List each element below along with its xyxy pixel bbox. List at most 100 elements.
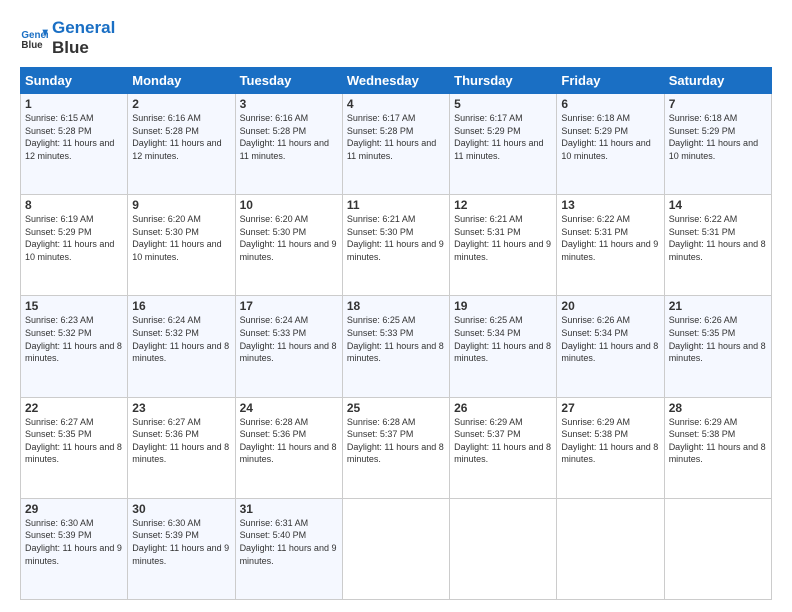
day-cell: 9 Sunrise: 6:20 AMSunset: 5:30 PMDayligh… <box>128 195 235 296</box>
day-cell: 14 Sunrise: 6:22 AMSunset: 5:31 PMDaylig… <box>664 195 771 296</box>
day-number: 21 <box>669 299 767 313</box>
calendar-table: SundayMondayTuesdayWednesdayThursdayFrid… <box>20 67 772 600</box>
cell-info: Sunrise: 6:27 AMSunset: 5:36 PMDaylight:… <box>132 417 229 465</box>
logo: General Blue General Blue <box>20 18 115 57</box>
day-number: 15 <box>25 299 123 313</box>
day-cell: 26 Sunrise: 6:29 AMSunset: 5:37 PMDaylig… <box>450 397 557 498</box>
day-cell: 10 Sunrise: 6:20 AMSunset: 5:30 PMDaylig… <box>235 195 342 296</box>
day-cell: 31 Sunrise: 6:31 AMSunset: 5:40 PMDaylig… <box>235 498 342 599</box>
cell-info: Sunrise: 6:30 AMSunset: 5:39 PMDaylight:… <box>132 518 229 566</box>
day-number: 17 <box>240 299 338 313</box>
header-cell-saturday: Saturday <box>664 68 771 94</box>
cell-info: Sunrise: 6:27 AMSunset: 5:35 PMDaylight:… <box>25 417 122 465</box>
day-cell: 23 Sunrise: 6:27 AMSunset: 5:36 PMDaylig… <box>128 397 235 498</box>
day-number: 22 <box>25 401 123 415</box>
day-number: 6 <box>561 97 659 111</box>
day-cell <box>664 498 771 599</box>
day-cell: 22 Sunrise: 6:27 AMSunset: 5:35 PMDaylig… <box>21 397 128 498</box>
cell-info: Sunrise: 6:29 AMSunset: 5:37 PMDaylight:… <box>454 417 551 465</box>
day-cell <box>557 498 664 599</box>
day-cell: 18 Sunrise: 6:25 AMSunset: 5:33 PMDaylig… <box>342 296 449 397</box>
day-cell: 21 Sunrise: 6:26 AMSunset: 5:35 PMDaylig… <box>664 296 771 397</box>
day-number: 24 <box>240 401 338 415</box>
day-cell: 17 Sunrise: 6:24 AMSunset: 5:33 PMDaylig… <box>235 296 342 397</box>
logo-blue: Blue <box>52 38 115 58</box>
day-number: 7 <box>669 97 767 111</box>
cell-info: Sunrise: 6:23 AMSunset: 5:32 PMDaylight:… <box>25 315 122 363</box>
day-cell: 20 Sunrise: 6:26 AMSunset: 5:34 PMDaylig… <box>557 296 664 397</box>
day-cell: 4 Sunrise: 6:17 AMSunset: 5:28 PMDayligh… <box>342 94 449 195</box>
day-number: 14 <box>669 198 767 212</box>
cell-info: Sunrise: 6:16 AMSunset: 5:28 PMDaylight:… <box>132 113 221 161</box>
header-cell-wednesday: Wednesday <box>342 68 449 94</box>
day-cell: 30 Sunrise: 6:30 AMSunset: 5:39 PMDaylig… <box>128 498 235 599</box>
cell-info: Sunrise: 6:24 AMSunset: 5:32 PMDaylight:… <box>132 315 229 363</box>
day-number: 30 <box>132 502 230 516</box>
cell-info: Sunrise: 6:28 AMSunset: 5:37 PMDaylight:… <box>347 417 444 465</box>
day-number: 1 <box>25 97 123 111</box>
day-number: 19 <box>454 299 552 313</box>
cell-info: Sunrise: 6:22 AMSunset: 5:31 PMDaylight:… <box>669 214 766 262</box>
day-number: 8 <box>25 198 123 212</box>
day-cell: 5 Sunrise: 6:17 AMSunset: 5:29 PMDayligh… <box>450 94 557 195</box>
logo-general: General <box>52 18 115 38</box>
day-number: 26 <box>454 401 552 415</box>
week-row-4: 22 Sunrise: 6:27 AMSunset: 5:35 PMDaylig… <box>21 397 772 498</box>
day-number: 10 <box>240 198 338 212</box>
day-cell: 19 Sunrise: 6:25 AMSunset: 5:34 PMDaylig… <box>450 296 557 397</box>
cell-info: Sunrise: 6:26 AMSunset: 5:35 PMDaylight:… <box>669 315 766 363</box>
week-row-5: 29 Sunrise: 6:30 AMSunset: 5:39 PMDaylig… <box>21 498 772 599</box>
page: General Blue General Blue SundayMondayTu… <box>0 0 792 612</box>
header: General Blue General Blue <box>20 18 772 57</box>
cell-info: Sunrise: 6:15 AMSunset: 5:28 PMDaylight:… <box>25 113 114 161</box>
cell-info: Sunrise: 6:17 AMSunset: 5:28 PMDaylight:… <box>347 113 436 161</box>
cell-info: Sunrise: 6:28 AMSunset: 5:36 PMDaylight:… <box>240 417 337 465</box>
header-row: SundayMondayTuesdayWednesdayThursdayFrid… <box>21 68 772 94</box>
day-number: 9 <box>132 198 230 212</box>
day-number: 20 <box>561 299 659 313</box>
day-number: 23 <box>132 401 230 415</box>
cell-info: Sunrise: 6:18 AMSunset: 5:29 PMDaylight:… <box>561 113 650 161</box>
calendar-body: 1 Sunrise: 6:15 AMSunset: 5:28 PMDayligh… <box>21 94 772 600</box>
cell-info: Sunrise: 6:25 AMSunset: 5:34 PMDaylight:… <box>454 315 551 363</box>
day-cell: 2 Sunrise: 6:16 AMSunset: 5:28 PMDayligh… <box>128 94 235 195</box>
day-cell: 25 Sunrise: 6:28 AMSunset: 5:37 PMDaylig… <box>342 397 449 498</box>
day-number: 11 <box>347 198 445 212</box>
cell-info: Sunrise: 6:21 AMSunset: 5:30 PMDaylight:… <box>347 214 444 262</box>
cell-info: Sunrise: 6:21 AMSunset: 5:31 PMDaylight:… <box>454 214 551 262</box>
day-cell: 7 Sunrise: 6:18 AMSunset: 5:29 PMDayligh… <box>664 94 771 195</box>
day-number: 4 <box>347 97 445 111</box>
day-number: 29 <box>25 502 123 516</box>
header-cell-tuesday: Tuesday <box>235 68 342 94</box>
cell-info: Sunrise: 6:18 AMSunset: 5:29 PMDaylight:… <box>669 113 758 161</box>
cell-info: Sunrise: 6:29 AMSunset: 5:38 PMDaylight:… <box>561 417 658 465</box>
day-number: 25 <box>347 401 445 415</box>
cell-info: Sunrise: 6:20 AMSunset: 5:30 PMDaylight:… <box>132 214 221 262</box>
cell-info: Sunrise: 6:16 AMSunset: 5:28 PMDaylight:… <box>240 113 329 161</box>
day-number: 5 <box>454 97 552 111</box>
day-cell: 3 Sunrise: 6:16 AMSunset: 5:28 PMDayligh… <box>235 94 342 195</box>
day-number: 13 <box>561 198 659 212</box>
day-cell: 28 Sunrise: 6:29 AMSunset: 5:38 PMDaylig… <box>664 397 771 498</box>
day-number: 16 <box>132 299 230 313</box>
day-cell <box>450 498 557 599</box>
cell-info: Sunrise: 6:24 AMSunset: 5:33 PMDaylight:… <box>240 315 337 363</box>
cell-info: Sunrise: 6:30 AMSunset: 5:39 PMDaylight:… <box>25 518 122 566</box>
header-cell-monday: Monday <box>128 68 235 94</box>
week-row-2: 8 Sunrise: 6:19 AMSunset: 5:29 PMDayligh… <box>21 195 772 296</box>
day-cell: 11 Sunrise: 6:21 AMSunset: 5:30 PMDaylig… <box>342 195 449 296</box>
cell-info: Sunrise: 6:20 AMSunset: 5:30 PMDaylight:… <box>240 214 337 262</box>
day-cell: 13 Sunrise: 6:22 AMSunset: 5:31 PMDaylig… <box>557 195 664 296</box>
day-cell: 1 Sunrise: 6:15 AMSunset: 5:28 PMDayligh… <box>21 94 128 195</box>
day-number: 18 <box>347 299 445 313</box>
day-cell: 27 Sunrise: 6:29 AMSunset: 5:38 PMDaylig… <box>557 397 664 498</box>
svg-text:Blue: Blue <box>21 39 43 50</box>
header-cell-thursday: Thursday <box>450 68 557 94</box>
day-cell: 29 Sunrise: 6:30 AMSunset: 5:39 PMDaylig… <box>21 498 128 599</box>
day-cell: 15 Sunrise: 6:23 AMSunset: 5:32 PMDaylig… <box>21 296 128 397</box>
cell-info: Sunrise: 6:31 AMSunset: 5:40 PMDaylight:… <box>240 518 337 566</box>
cell-info: Sunrise: 6:26 AMSunset: 5:34 PMDaylight:… <box>561 315 658 363</box>
cell-info: Sunrise: 6:17 AMSunset: 5:29 PMDaylight:… <box>454 113 543 161</box>
day-cell: 12 Sunrise: 6:21 AMSunset: 5:31 PMDaylig… <box>450 195 557 296</box>
day-cell: 6 Sunrise: 6:18 AMSunset: 5:29 PMDayligh… <box>557 94 664 195</box>
